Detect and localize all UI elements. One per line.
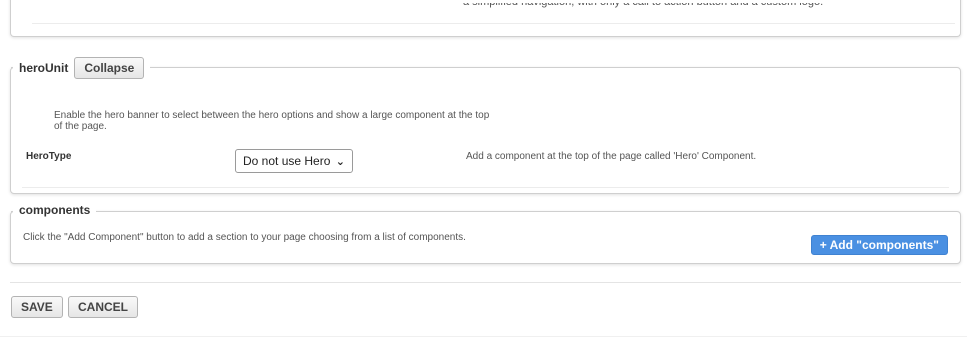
add-component-button[interactable]: + Add "components" <box>810 235 948 255</box>
components-description: Click the "Add Component" button to add … <box>23 232 466 243</box>
save-button[interactable]: SAVE <box>11 296 63 318</box>
herotype-help-text: Add a component at the top of the page c… <box>466 151 757 162</box>
hero-unit-title: heroUnit <box>19 61 69 75</box>
herotype-label: HeroType <box>26 151 72 162</box>
hero-unit-section: heroUnit Collapse Enable the hero banner… <box>10 57 961 194</box>
herotype-select[interactable]: Do not use Hero ⌄ <box>235 149 353 173</box>
section-divider <box>22 187 949 188</box>
section-divider <box>32 23 955 24</box>
navigation-description: a simplified navigation, with only a cal… <box>463 0 824 8</box>
components-section: components Click the "Add Component" but… <box>10 203 961 264</box>
components-legend: components <box>13 203 97 217</box>
navigation-section: a simplified navigation, with only a cal… <box>10 0 961 37</box>
cancel-button[interactable]: CANCEL <box>68 296 138 318</box>
editor-page: a simplified navigation, with only a cal… <box>0 0 967 338</box>
collapse-button[interactable]: Collapse <box>74 57 145 79</box>
chevron-down-icon: ⌄ <box>335 156 345 168</box>
footer-divider <box>0 336 967 337</box>
form-divider <box>10 282 961 283</box>
hero-unit-legend: heroUnit Collapse <box>13 57 151 79</box>
components-title: components <box>19 203 91 217</box>
herotype-selected-value: Do not use Hero <box>243 154 331 168</box>
hero-unit-description: Enable the hero banner to select between… <box>54 110 490 132</box>
